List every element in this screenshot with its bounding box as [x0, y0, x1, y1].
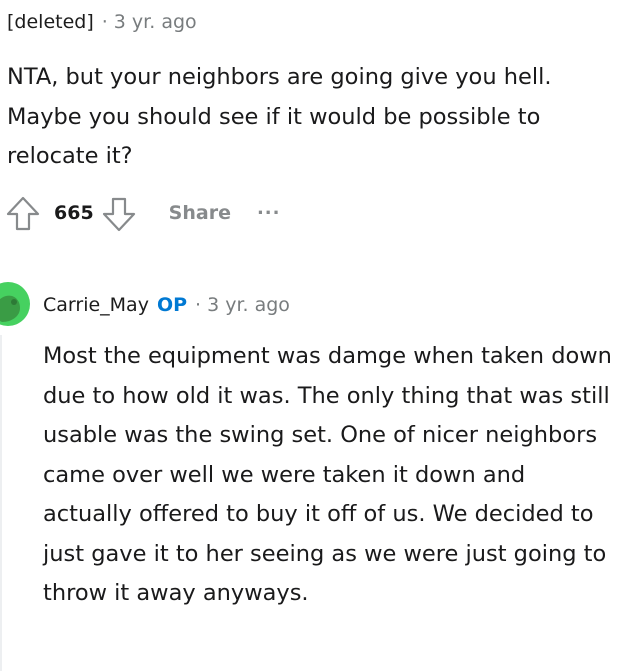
more-options-button[interactable]: ...: [257, 198, 281, 219]
vote-score: 665: [54, 202, 94, 224]
comment-meta: [deleted] · 3 yr. ago: [7, 9, 197, 35]
comment-timestamp[interactable]: 3 yr. ago: [207, 294, 290, 316]
meta-separator: ·: [101, 11, 108, 33]
share-button[interactable]: Share: [169, 202, 231, 224]
comment-meta: Carrie_May OP · 3 yr. ago: [43, 292, 290, 318]
comment-body: NTA, but your neighbors are going give y…: [7, 58, 615, 177]
comment-action-bar: 665 Share ...: [4, 194, 280, 234]
thread-line[interactable]: [0, 335, 2, 671]
comment-body: Most the equipment was damge when taken …: [43, 337, 615, 614]
comment-author[interactable]: Carrie_May: [43, 294, 149, 316]
downvote-arrow-icon[interactable]: [100, 195, 138, 233]
op-badge: OP: [156, 294, 188, 316]
comment-text: Most the equipment was damge when taken …: [43, 343, 612, 606]
meta-separator: ·: [195, 294, 202, 316]
comment-author[interactable]: [deleted]: [7, 11, 94, 33]
comment-text: NTA, but your neighbors are going give y…: [7, 64, 552, 169]
comment-timestamp[interactable]: 3 yr. ago: [114, 11, 197, 33]
snoo-avatar-icon[interactable]: [0, 276, 30, 332]
upvote-arrow-icon[interactable]: [4, 195, 42, 233]
